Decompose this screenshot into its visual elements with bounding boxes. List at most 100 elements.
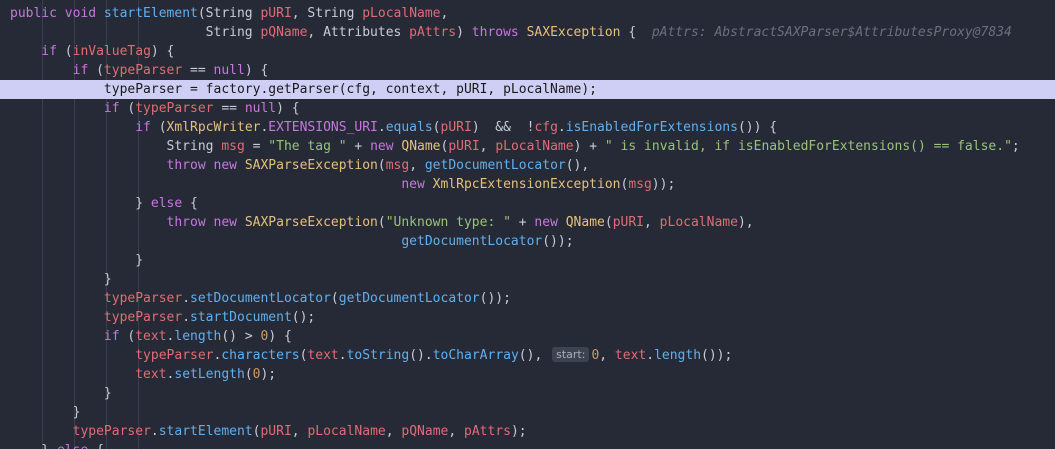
code-token: " is invalid, if isEnabledForExtensions(… [604,139,1012,154]
code-token: msg [628,177,652,192]
code-token: ( [432,120,441,135]
code-token: ); [260,367,277,382]
code-text: } else { [10,194,198,213]
code-editor[interactable]: public void startElement(String pURI, St… [0,0,1055,449]
code-token: } [10,405,81,420]
code-text: if (inValueTag) { [10,42,174,61]
code-token: == [213,101,245,116]
code-token: pURI [260,424,292,439]
code-token: , Attributes [307,25,410,40]
code-line[interactable]: if (typeParser == null) { [0,99,1055,118]
code-token: "Unknown type: " [385,215,511,230]
code-token: ) { [276,101,300,116]
code-token: if [10,63,97,78]
code-token: cfg [534,120,558,135]
code-line[interactable]: typeParser.setDocumentLocator(getDocumen… [0,289,1055,308]
code-token: pURI [612,215,645,230]
code-line[interactable]: } else { [0,194,1055,213]
code-line[interactable]: public void startElement(String pURI, St… [0,4,1055,23]
code-line[interactable]: } else { [0,441,1055,449]
code-token: ) + [573,139,605,154]
code-line[interactable]: new XmlRpcExtensionException(msg)); [0,175,1055,194]
code-token: (), [518,348,551,363]
code-token: , [599,348,615,363]
code-token: ) { [268,329,292,344]
code-token: } [10,386,112,401]
code-token: ( [377,158,386,173]
code-line[interactable]: getDocumentLocator()); [0,232,1055,251]
code-token: . [646,348,655,363]
code-token: isEnabledForExtensions [565,120,738,135]
code-line[interactable]: text.setLength(0); [0,365,1055,384]
code-line-current[interactable]: typeParser = factory.getParser(cfg, cont… [0,80,1055,99]
code-token: . [182,310,191,325]
code-line[interactable]: if (text.length() > 0) { [0,327,1055,346]
code-token: } [10,272,112,287]
code-text: String pQName, Attributes pAttrs) throws… [10,23,1012,42]
code-token: { [182,196,198,211]
code-token: startElement [158,424,253,439]
code-token: ()); [701,348,733,363]
code-line[interactable]: String msg = "The tag " + new QName(pURI… [0,137,1055,156]
code-token: pURI [448,139,480,154]
code-token: text [135,367,167,382]
code-token: typeParser [135,348,214,363]
code-token: typeParser [103,63,183,78]
code-line[interactable]: if (XmlRpcWriter.EXTENSIONS_URI.equals(p… [0,118,1055,137]
code-line[interactable]: } [0,251,1055,270]
code-token: pLocalName [362,6,441,21]
code-line[interactable]: if (inValueTag) { [0,42,1055,61]
code-line[interactable]: } [0,403,1055,422]
code-token: pAttrs [464,424,511,439]
parameter-hint: start: [552,347,590,362]
code-token: msg [385,158,410,173]
code-token: if [10,101,128,116]
code-token: } [10,196,151,211]
code-token: equals [385,120,433,135]
code-token: msg [221,139,245,154]
code-token: String [10,25,261,40]
code-token: ( [96,63,104,78]
code-text: throw new SAXParseException("Unknown typ… [10,213,754,232]
code-token: SAXException [526,25,621,40]
code-token: inValueTag [72,44,151,59]
code-token: EXTENSIONS_URI [268,120,378,135]
code-line[interactable]: if (typeParser == null) { [0,61,1055,80]
code-text: getDocumentLocator()); [10,232,573,251]
code-token: pQName [260,25,308,40]
code-line[interactable]: } [0,384,1055,403]
code-token: . [377,120,386,135]
code-token: ) { [244,63,269,78]
code-line[interactable]: String pQName, Attributes pAttrs) throws… [0,23,1055,42]
code-token: + [346,139,371,154]
code-token: , [409,158,425,173]
code-token: , [644,215,660,230]
code-token: new [370,139,402,154]
code-token: toCharArray [432,348,519,363]
code-token: throw new [10,158,245,173]
code-text: if (typeParser == null) { [10,99,300,118]
code-token: pLocalName [659,215,738,230]
code-token: if [10,120,159,135]
code-token: = [244,139,269,154]
code-token: length [174,329,222,344]
code-line[interactable]: typeParser.characters(text.toString().to… [0,346,1055,365]
code-token: ( [604,215,613,230]
code-line[interactable]: throw new SAXParseException(msg, getDocu… [0,156,1055,175]
code-token: XmlRpcWriter [166,120,261,135]
code-token: typeParser [135,101,214,116]
code-token: null [244,101,277,116]
code-token: startElement [103,6,198,21]
code-line[interactable]: throw new SAXParseException("Unknown typ… [0,213,1055,232]
code-token: getDocumentLocator [338,291,480,306]
code-line[interactable]: typeParser.startElement(pURI, pLocalName… [0,422,1055,441]
code-line[interactable]: typeParser.startDocument(); [0,308,1055,327]
code-token: ( [330,291,339,306]
code-token: ()) { [737,120,778,135]
code-token: QName [401,139,441,154]
code-token: , [440,6,449,21]
code-line[interactable]: } [0,270,1055,289]
code-token: text [614,348,647,363]
